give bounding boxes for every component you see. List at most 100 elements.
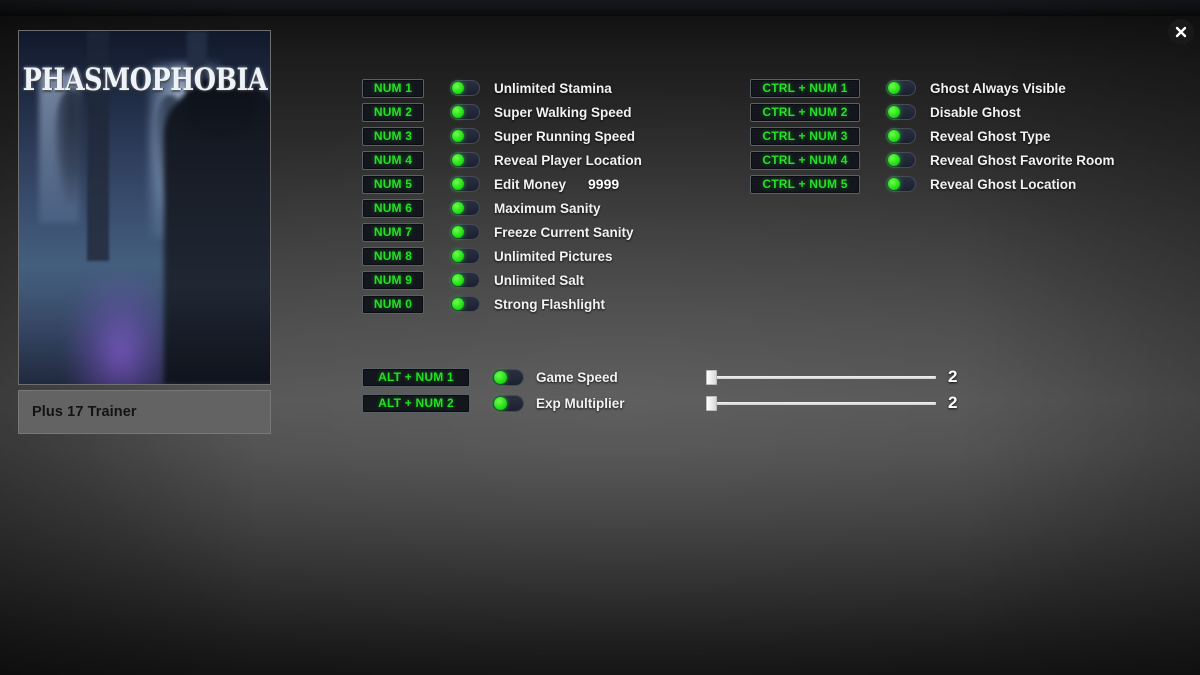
cheat-row: ALT + NUM 1 Game Speed 2: [362, 364, 964, 390]
cheat-label: Ghost Always Visible: [930, 80, 1066, 96]
cheat-toggle[interactable]: [450, 224, 480, 240]
hotkey-button[interactable]: CTRL + NUM 1: [750, 78, 860, 98]
close-button[interactable]: [1168, 19, 1194, 45]
hotkey-button[interactable]: CTRL + NUM 3: [750, 126, 860, 146]
cheat-toggle[interactable]: [886, 152, 916, 168]
cheat-slider[interactable]: [706, 395, 936, 411]
cheat-toggle[interactable]: [450, 272, 480, 288]
trainer-window: PHASMOPHOBIA Plus 17 Trainer NUM 1 Unlimi…: [0, 0, 1200, 675]
hotkey-button[interactable]: CTRL + NUM 4: [750, 150, 860, 170]
cheat-label: Reveal Ghost Location: [930, 176, 1077, 192]
toggle-knob: [888, 154, 900, 166]
cheat-value-input[interactable]: 9999: [588, 176, 619, 192]
cheat-row: NUM 3 Super Running Speed: [362, 124, 642, 148]
toggle-knob: [888, 82, 900, 94]
hotkey-label: NUM 6: [373, 201, 413, 215]
cheat-row: CTRL + NUM 5 Reveal Ghost Location: [750, 172, 1115, 196]
hotkey-button[interactable]: NUM 9: [362, 270, 424, 290]
cheat-label: Unlimited Pictures: [494, 248, 613, 264]
hotkey-label: NUM 2: [373, 105, 413, 119]
hotkey-label: CTRL + NUM 5: [762, 177, 848, 191]
hotkey-button[interactable]: ALT + NUM 2: [362, 393, 470, 413]
cheat-row: CTRL + NUM 2 Disable Ghost: [750, 100, 1115, 124]
hotkey-button[interactable]: NUM 4: [362, 150, 424, 170]
cheat-toggle[interactable]: [450, 176, 480, 192]
cheat-row: NUM 9 Unlimited Salt: [362, 268, 642, 292]
hotkey-button[interactable]: NUM 5: [362, 174, 424, 194]
hotkey-label: NUM 5: [373, 177, 413, 191]
title-bar: [0, 0, 1200, 16]
cheat-row: NUM 4 Reveal Player Location: [362, 148, 642, 172]
cheat-label: Super Running Speed: [494, 128, 636, 144]
cheat-toggle[interactable]: [886, 104, 916, 120]
toggle-knob: [888, 130, 900, 142]
slider-handle[interactable]: [706, 396, 717, 411]
cheat-row: CTRL + NUM 3 Reveal Ghost Type: [750, 124, 1115, 148]
slider-value[interactable]: 2: [948, 393, 964, 413]
cheat-toggle[interactable]: [886, 128, 916, 144]
toggle-knob: [452, 202, 464, 214]
cheat-toggle[interactable]: [450, 200, 480, 216]
cheat-label: Unlimited Stamina: [494, 80, 612, 96]
cheat-row: NUM 1 Unlimited Stamina: [362, 76, 642, 100]
cheat-toggle[interactable]: [450, 248, 480, 264]
cheat-toggle[interactable]: [886, 176, 916, 192]
hotkey-label: NUM 4: [373, 153, 413, 167]
cheat-label: Disable Ghost: [930, 104, 1021, 120]
cheat-row: NUM 8 Unlimited Pictures: [362, 244, 642, 268]
cheat-label: Freeze Current Sanity: [494, 224, 634, 240]
hotkey-label: NUM 8: [373, 249, 413, 263]
slider-track: [712, 402, 936, 405]
toggle-knob: [452, 130, 464, 142]
cheat-row: CTRL + NUM 1 Ghost Always Visible: [750, 76, 1115, 100]
cheat-toggle[interactable]: [450, 296, 480, 312]
trainer-name-label: Plus 17 Trainer: [32, 404, 137, 420]
hotkey-button[interactable]: CTRL + NUM 5: [750, 174, 860, 194]
cheat-label: Edit Money: [494, 176, 567, 192]
toggle-knob: [494, 396, 507, 410]
toggle-knob: [452, 298, 464, 310]
hotkey-button[interactable]: CTRL + NUM 2: [750, 102, 860, 122]
toggle-knob: [452, 250, 464, 262]
toggle-knob: [452, 106, 464, 118]
toggle-knob: [888, 106, 900, 118]
cheat-toggle[interactable]: [450, 152, 480, 168]
cheat-label: Exp Multiplier: [536, 395, 625, 411]
hotkey-label: NUM 3: [373, 129, 413, 143]
cheat-label: Game Speed: [536, 369, 618, 385]
toggle-knob: [888, 178, 900, 190]
cheat-toggle[interactable]: [450, 128, 480, 144]
hotkey-button[interactable]: NUM 8: [362, 246, 424, 266]
cheat-toggle[interactable]: [450, 104, 480, 120]
hotkey-button[interactable]: NUM 2: [362, 102, 424, 122]
cheat-toggle[interactable]: [886, 80, 916, 96]
toggle-knob: [452, 274, 464, 286]
toggle-knob: [494, 370, 507, 384]
cheat-slider[interactable]: [706, 369, 936, 385]
hotkey-button[interactable]: NUM 6: [362, 198, 424, 218]
slider-value[interactable]: 2: [948, 367, 964, 387]
hotkey-label: CTRL + NUM 2: [762, 105, 848, 119]
hotkey-button[interactable]: NUM 0: [362, 294, 424, 314]
hotkey-button[interactable]: ALT + NUM 1: [362, 367, 470, 387]
hotkey-label: ALT + NUM 2: [378, 396, 454, 410]
hotkey-button[interactable]: NUM 3: [362, 126, 424, 146]
slider-handle[interactable]: [706, 370, 717, 385]
cheat-row: NUM 6 Maximum Sanity: [362, 196, 642, 220]
cheat-toggle[interactable]: [450, 80, 480, 96]
game-cover-panel: PHASMOPHOBIA Plus 17 Trainer: [18, 30, 271, 434]
slider-track: [712, 376, 936, 379]
toggle-knob: [452, 178, 464, 190]
hotkey-button[interactable]: NUM 7: [362, 222, 424, 242]
cheat-row: NUM 0 Strong Flashlight: [362, 292, 642, 316]
cheat-row: NUM 2 Super Walking Speed: [362, 100, 642, 124]
cheat-toggle[interactable]: [492, 368, 524, 386]
cheat-label: Reveal Ghost Favorite Room: [930, 152, 1115, 168]
cheat-row: NUM 7 Freeze Current Sanity: [362, 220, 642, 244]
hotkey-button[interactable]: NUM 1: [362, 78, 424, 98]
cheat-row: CTRL + NUM 4 Reveal Ghost Favorite Room: [750, 148, 1115, 172]
game-title: PHASMOPHOBIA: [22, 61, 267, 98]
hotkey-label: NUM 7: [373, 225, 413, 239]
cheat-toggle[interactable]: [492, 394, 524, 412]
trainer-name-bar: Plus 17 Trainer: [18, 390, 271, 434]
